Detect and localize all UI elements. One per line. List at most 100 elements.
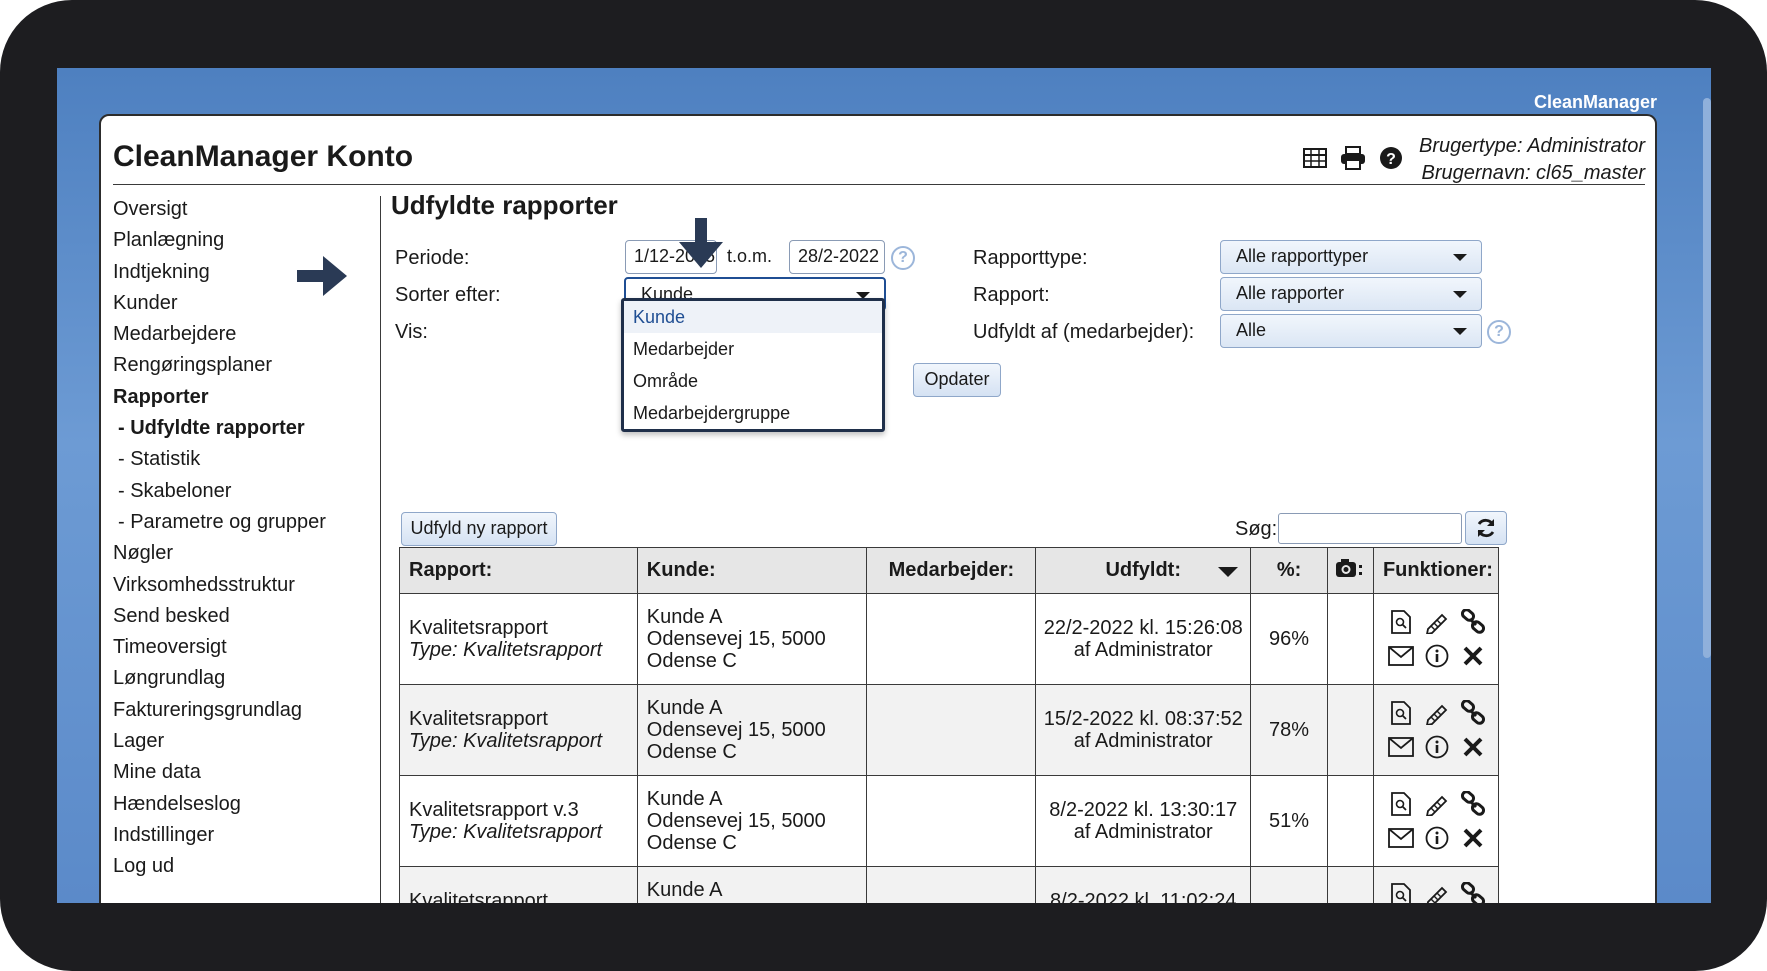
sidebar-item-udfyldte-rapporter[interactable]: - Udfyldte rapporter	[113, 413, 373, 444]
period-label: Periode:	[395, 247, 470, 269]
report-name[interactable]: Kvalitetsrapport	[409, 708, 637, 730]
link-icon[interactable]	[1460, 791, 1486, 817]
cell-functions	[1372, 866, 1500, 903]
sort-dropdown-menu: Kunde Medarbejder Område Medarbejdergrup…	[621, 298, 885, 432]
sort-option-omraade[interactable]: Område	[624, 365, 882, 397]
delete-x-icon[interactable]	[1460, 734, 1486, 760]
report-name[interactable]: Kvalitetsrapport	[409, 617, 637, 639]
sidebar-item-longrundlag[interactable]: Løngrundlag	[113, 663, 373, 694]
sidebar-item-send-besked[interactable]: Send besked	[113, 601, 373, 632]
brand-label: CleanManager	[1533, 92, 1657, 112]
help-icon[interactable]: ?	[1377, 144, 1405, 172]
info-icon[interactable]	[1424, 643, 1450, 669]
customer-address: Odensevej 15, 5000	[646, 810, 826, 832]
report-type-label: Rapporttype:	[973, 247, 1088, 269]
view-report-icon[interactable]	[1388, 882, 1414, 903]
sidebar-item-nogler[interactable]: Nøgler	[113, 538, 373, 569]
chevron-down-icon	[1453, 291, 1467, 298]
mail-icon[interactable]	[1388, 734, 1414, 760]
search-input[interactable]	[1278, 513, 1462, 544]
sidebar-item-lager[interactable]: Lager	[113, 726, 373, 757]
period-help-icon[interactable]: ?	[891, 246, 915, 270]
customer-address: Odensevej 15, 5000	[646, 628, 826, 650]
info-icon[interactable]	[1424, 825, 1450, 851]
sidebar-item-oversigt[interactable]: Oversigt	[113, 194, 373, 225]
reports-table: Rapport: Kunde: Medarbejder: Udfyldt: %:	[399, 547, 1500, 903]
mail-icon[interactable]	[1388, 643, 1414, 669]
table-icon[interactable]	[1301, 144, 1329, 172]
sidebar-item-medarbejdere[interactable]: Medarbejdere	[113, 319, 373, 350]
annotation-arrow-down-icon	[679, 218, 723, 268]
delete-x-icon[interactable]	[1460, 643, 1486, 669]
link-icon[interactable]	[1460, 609, 1486, 635]
edit-pencil-icon[interactable]	[1424, 700, 1450, 726]
col-header-medarbejder[interactable]: Medarbejder:	[866, 547, 1037, 594]
report-type-value: Alle rapporttyper	[1236, 246, 1369, 266]
mail-icon[interactable]	[1388, 825, 1414, 851]
sidebar-item-mine-data[interactable]: Mine data	[113, 757, 373, 788]
window-scrollbar[interactable]	[1703, 98, 1711, 658]
col-header-percent[interactable]: %:	[1250, 547, 1329, 594]
report-type-select[interactable]: Alle rapporttyper	[1220, 240, 1482, 274]
refresh-button[interactable]	[1465, 511, 1507, 545]
col-header-rapport[interactable]: Rapport:	[399, 547, 638, 594]
sidebar-item-faktureringsgrundlag[interactable]: Faktureringsgrundlag	[113, 695, 373, 726]
filled-by-help-icon[interactable]: ?	[1487, 320, 1511, 344]
sort-option-medarbejder[interactable]: Medarbejder	[624, 333, 882, 365]
filled-date: 8/2-2022 kl. 11:02:24	[1050, 890, 1237, 903]
table-row[interactable]: Kvalitetsrapport Type: Kvalitetsrapport …	[399, 866, 1500, 903]
filled-by: af Administrator	[1073, 730, 1213, 752]
device-frame: CleanManager CleanManager Konto ? Bruger…	[0, 0, 1767, 971]
col-header-kunde[interactable]: Kunde:	[636, 547, 868, 594]
report-name[interactable]: Kvalitetsrapport	[409, 890, 637, 903]
report-name[interactable]: Kvalitetsrapport v.3	[409, 799, 637, 821]
sidebar-item-haendelseslog[interactable]: Hændelseslog	[113, 789, 373, 820]
sidebar-item-rapporter[interactable]: Rapporter	[113, 382, 373, 413]
sidebar-item-indstillinger[interactable]: Indstillinger	[113, 820, 373, 851]
col-header-photo[interactable]	[1327, 547, 1374, 594]
cell-report: Kvalitetsrapport v.3 Type: Kvalitetsrapp…	[399, 775, 638, 867]
sort-option-medarbejdergruppe[interactable]: Medarbejdergruppe	[624, 397, 882, 429]
col-header-udfyldt[interactable]: Udfyldt:	[1035, 547, 1252, 594]
col-header-funktioner: Funktioner:	[1372, 547, 1500, 594]
view-report-icon[interactable]	[1388, 791, 1414, 817]
table-row[interactable]: Kvalitetsrapport Type: Kvalitetsrapport …	[399, 684, 1500, 776]
sidebar-item-rengoringsplaner[interactable]: Rengøringsplaner	[113, 350, 373, 381]
info-icon[interactable]	[1424, 734, 1450, 760]
view-report-icon[interactable]	[1388, 700, 1414, 726]
customer-name: Kunde A	[646, 697, 723, 719]
sidebar-item-planlaegning[interactable]: Planlægning	[113, 225, 373, 256]
table-row[interactable]: Kvalitetsrapport v.3 Type: Kvalitetsrapp…	[399, 775, 1500, 867]
sort-desc-icon	[1218, 567, 1239, 577]
sidebar-item-skabeloner[interactable]: - Skabeloner	[113, 476, 373, 507]
table-row[interactable]: Kvalitetsrapport Type: Kvalitetsrapport …	[399, 593, 1500, 685]
link-icon[interactable]	[1460, 700, 1486, 726]
sidebar-item-statistik[interactable]: - Statistik	[113, 444, 373, 475]
sidebar-item-timeoversigt[interactable]: Timeoversigt	[113, 632, 373, 663]
sidebar-item-virksomhedsstruktur[interactable]: Virksomhedsstruktur	[113, 570, 373, 601]
cell-photo	[1327, 775, 1374, 867]
delete-x-icon[interactable]	[1460, 825, 1486, 851]
edit-pencil-icon[interactable]	[1424, 791, 1450, 817]
cell-customer: Kunde A Odensevej 15, 5000 Odense C	[636, 866, 868, 903]
cell-percent: 78%	[1250, 684, 1329, 776]
filled-date: 15/2-2022 kl. 08:37:52	[1043, 708, 1243, 730]
period-to-input[interactable]: 28/2-2022	[789, 240, 885, 274]
new-report-button[interactable]: Udfyld ny rapport	[401, 512, 557, 546]
annotation-arrow-right-icon	[297, 256, 347, 296]
print-icon[interactable]	[1339, 144, 1367, 172]
cell-employee	[866, 775, 1037, 867]
customer-name: Kunde A	[646, 879, 723, 901]
user-info: Brugertype: Administrator Brugernavn: cl…	[1419, 133, 1645, 187]
filled-by-select[interactable]: Alle	[1220, 314, 1482, 348]
link-icon[interactable]	[1460, 882, 1486, 903]
edit-pencil-icon[interactable]	[1424, 609, 1450, 635]
cell-filled: 8/2-2022 kl. 13:30:17 af Administrator	[1035, 775, 1252, 867]
sort-option-kunde[interactable]: Kunde	[624, 301, 882, 333]
sidebar-item-log-ud[interactable]: Log ud	[113, 851, 373, 882]
edit-pencil-icon[interactable]	[1424, 882, 1450, 903]
report-select[interactable]: Alle rapporter	[1220, 277, 1482, 311]
view-report-icon[interactable]	[1388, 609, 1414, 635]
update-button[interactable]: Opdater	[913, 363, 1001, 397]
sidebar-item-parametre[interactable]: - Parametre og grupper	[113, 507, 373, 538]
